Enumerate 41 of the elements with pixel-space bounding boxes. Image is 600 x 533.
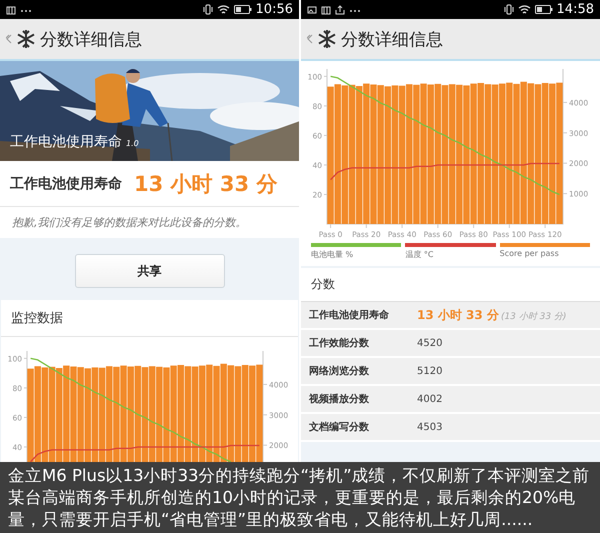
screen-title: 分数详细信息 (341, 28, 443, 50)
result-value: 13 小时 33 分 (134, 170, 278, 198)
battery-icon (534, 5, 553, 14)
upload-icon (335, 4, 345, 14)
image-icon (307, 4, 317, 14)
section-title: 分数 (301, 268, 600, 302)
legend-label: 温度 °C (405, 249, 434, 260)
score-value: 4002 (417, 394, 442, 404)
back-icon[interactable] (6, 34, 12, 44)
score-detail: (13 小时 33 分) (500, 310, 566, 322)
caption-text: 金立M6 Plus以13小时33分的持续跑分“拷机”成绩，不仅刷新了本评测室之前某台高端商务手机所创造的10小时的记录，更重要的是，最后剩余的20%电量，只需要开启手机“省电管理”里的极致省电，又能待机上好几周...... (0, 462, 600, 533)
score-value: 4520 (417, 338, 442, 348)
score-value: 4503 (417, 422, 442, 432)
back-icon[interactable] (307, 34, 313, 44)
score-value: 13 小时 33 分 (417, 306, 499, 324)
score-label: 视频播放分数 (309, 392, 370, 406)
screen-title: 分数详细信息 (40, 28, 142, 50)
notice-text: 抱歉,我们没有足够的数据来对比此设备的分数。 (0, 207, 299, 238)
score-label: 工作电池使用寿命 (309, 308, 390, 322)
score-label: 网络浏览分数 (309, 364, 370, 378)
card-title: 监控数据 (1, 300, 298, 337)
score-value: 5120 (417, 366, 442, 376)
status-time: 10:56 (256, 2, 293, 17)
share-button[interactable]: 共享 (74, 254, 224, 288)
vibrate-icon (202, 4, 213, 15)
status-time: 14:58 (556, 2, 594, 17)
version-label: 1.0 (126, 139, 139, 148)
legend-label: Score per pass (500, 249, 560, 258)
snowflake-icon (317, 29, 337, 49)
result-label: 工作电池使用寿命 (10, 174, 122, 192)
notification-icon (6, 4, 16, 14)
battery-icon (234, 5, 252, 14)
wifi-icon (518, 4, 531, 15)
wifi-icon (216, 4, 230, 15)
legend-label: 电池电量 % (311, 249, 354, 260)
score-label: 工作效能分数 (309, 336, 370, 350)
banner-title: 工作电池使用寿命 (10, 133, 122, 151)
score-label: 文档编写分数 (309, 420, 370, 434)
vibrate-icon (504, 4, 514, 15)
notification-icon (321, 4, 331, 14)
snowflake-icon (16, 29, 36, 49)
